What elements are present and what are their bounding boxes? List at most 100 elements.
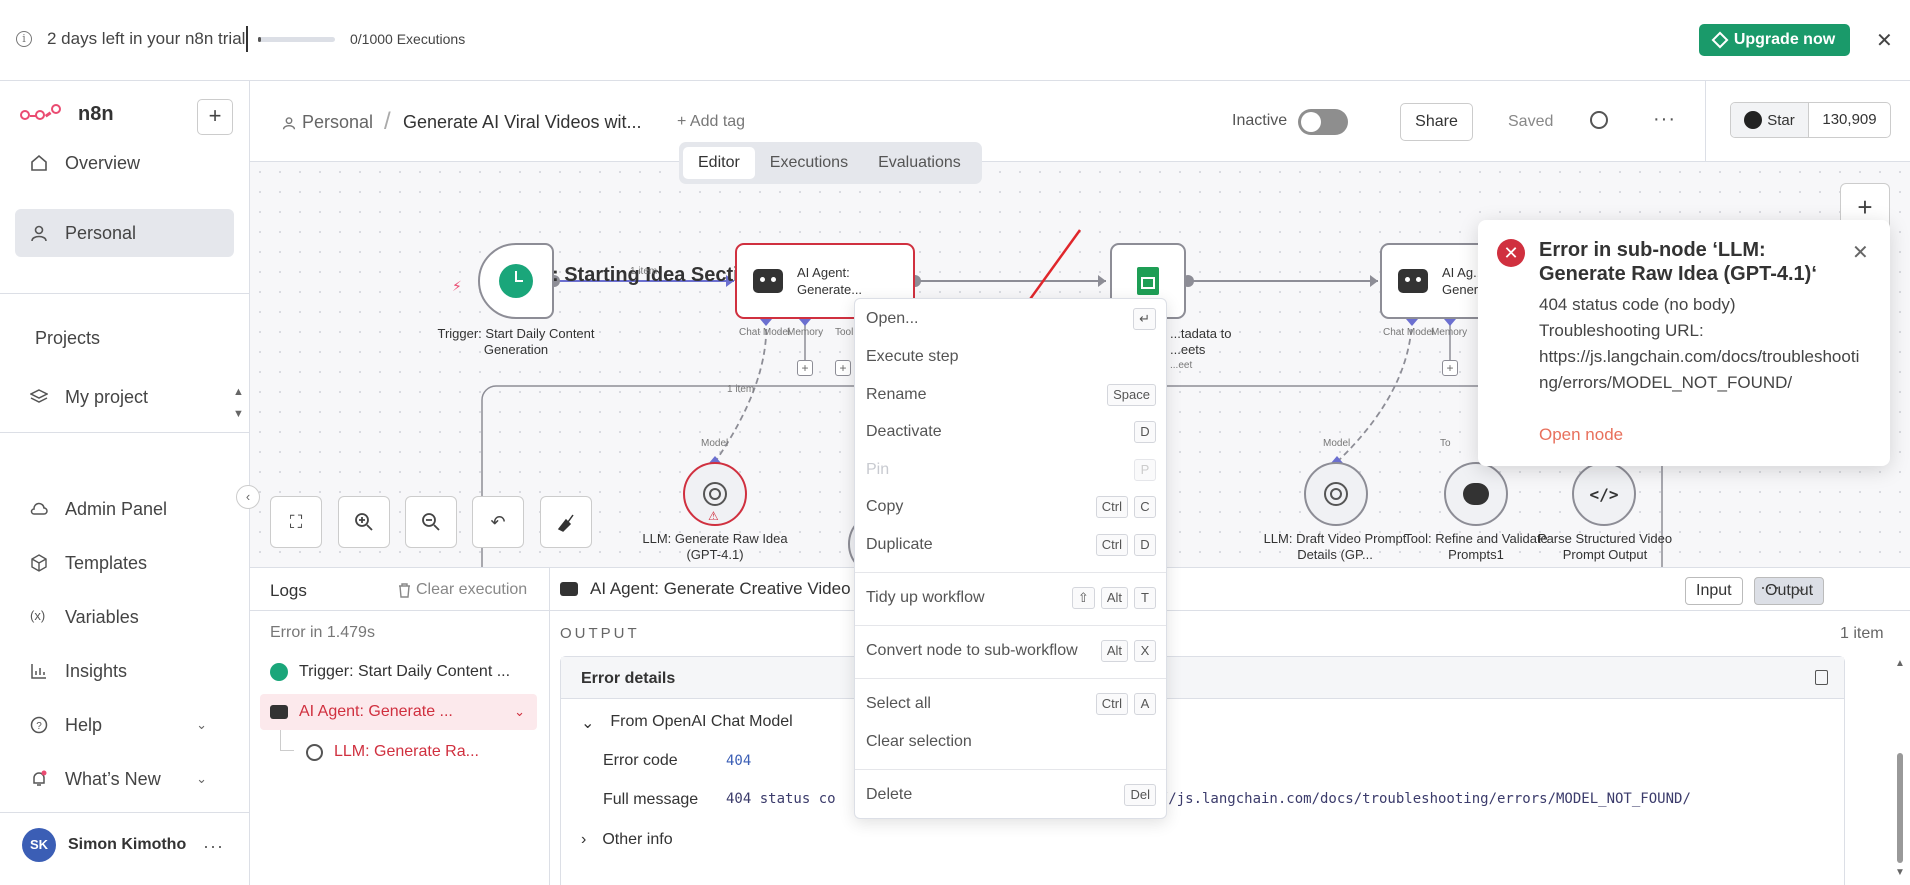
menu-item-rename[interactable]: Rename Space [866,380,1156,410]
menu-item-convert-sub-workflow[interactable]: Convert node to sub-workflow Alt X [866,636,1156,666]
breadcrumb-personal[interactable]: Personal [282,112,373,133]
other-info-toggle[interactable]: › Other info [581,831,673,849]
menu-item-tidy-up[interactable]: Tidy up workflow ⇧ Alt T [866,583,1156,613]
sidebar-item-overview[interactable]: Overview [15,139,234,187]
menu-item-delete[interactable]: Delete Del [866,780,1156,810]
add-memory-button[interactable]: + [1442,360,1458,376]
svg-text:?: ? [36,721,42,732]
github-star-button[interactable]: Star 130,909 [1730,102,1891,138]
node-context-menu: Open... ↵ Execute step Rename Space Deac… [854,298,1167,819]
executions-count: 0/1000 Executions [350,31,466,47]
projects-scroll-arrows[interactable]: ▲ ▼ [233,381,244,425]
menu-item-deactivate[interactable]: Deactivate D [866,417,1156,447]
sidebar-item-whats-new[interactable]: What’s New ⌄ [15,755,234,803]
tree-line [280,750,294,751]
keyboard-shortcut: T [1134,587,1156,609]
error-details-title: Error details [581,670,676,687]
error-code-key: Error code [603,752,678,769]
layers-icon [29,388,49,406]
collapse-sidebar-button[interactable]: ‹ [236,485,260,509]
cloud-icon [30,500,48,518]
other-info-label: Other info [602,831,673,848]
menu-item-select-all[interactable]: Select all Ctrl A [866,689,1156,719]
n8n-logo[interactable]: n8n [20,103,114,126]
trash-icon [399,582,410,598]
menu-item-open[interactable]: Open... ↵ [866,304,1156,334]
tab-executions[interactable]: Executions [755,147,863,179]
tab-editor[interactable]: Editor [683,147,755,179]
zoom-out-button[interactable] [405,496,457,548]
menu-item-label: Deactivate [866,423,942,440]
input-toggle[interactable]: Input [1685,577,1743,605]
copy-icon[interactable] [1815,670,1828,685]
menu-divider [855,678,1166,679]
menu-item-duplicate[interactable]: Duplicate Ctrl D [866,530,1156,560]
sidebar-item-personal[interactable]: Personal [15,209,234,257]
more-icon[interactable]: ··· [1760,577,1781,598]
llm-node-2[interactable] [1304,462,1368,526]
history-icon[interactable] [1590,111,1608,129]
close-icon[interactable]: ✕ [1876,28,1893,53]
sidebar-item-admin-panel[interactable]: Admin Panel [15,485,234,533]
node-label: Trigger: Start Daily Content Generation [437,326,595,357]
sidebar-item-insights[interactable]: Insights [15,647,234,695]
parser-node[interactable]: </> [1572,462,1636,526]
sidebar-item-variables[interactable]: (x) Variables [15,593,234,641]
clear-execution-button[interactable]: Clear execution [398,581,527,599]
menu-item-label: Duplicate [866,536,933,553]
port-label-memory: Memory [1431,327,1468,338]
share-button[interactable]: Share [1400,103,1473,141]
keyboard-shortcut: Alt [1100,640,1128,662]
keyboard-shortcut: ⇧ [1071,587,1095,609]
menu-item-label: Open... [866,310,919,327]
info-icon: i [16,31,32,47]
undo-button[interactable]: ↶ [472,496,524,548]
more-icon[interactable]: ··· [203,836,224,857]
user-profile[interactable]: SK Simon Kimotho [22,828,186,862]
menu-item-pin: Pin P [866,455,1156,485]
robot-icon [753,269,783,293]
chevron-down-icon[interactable]: ⌄ [1795,579,1807,596]
close-icon[interactable]: ✕ [1852,240,1869,265]
add-tool-button[interactable]: + [835,360,851,376]
menu-item-clear-selection[interactable]: Clear selection [866,727,1156,757]
error-details-card: Error details ⌄ From OpenAI Chat Model E… [560,656,1845,885]
log-row-trigger[interactable]: Trigger: Start Daily Content ... [260,654,537,690]
keyboard-shortcut: ↵ [1133,308,1156,330]
menu-item-copy[interactable]: Copy Ctrl C [866,492,1156,522]
menu-item-execute-step[interactable]: Execute step [866,342,1156,372]
chevron-down-icon[interactable]: ⌄ [514,704,525,720]
sidebar-item-my-project[interactable]: My project [15,373,234,421]
full-message-key: Full message [603,791,699,808]
sidebar: n8n + Overview Personal Projects My proj… [0,81,250,885]
sidebar-item-label: Personal [65,222,137,243]
trigger-node[interactable] [478,243,554,319]
add-tag-button[interactable]: + Add tag [677,113,745,131]
sidebar-item-help[interactable]: ? Help ⌄ [15,701,234,749]
error-icon: ✕ [1497,239,1525,267]
from-section-toggle[interactable]: ⌄ From OpenAI Chat Model [581,713,793,733]
bell-icon [30,770,48,788]
tab-evaluations[interactable]: Evaluations [863,147,976,179]
tool-node[interactable] [1444,462,1508,526]
workflow-name[interactable]: Generate AI Viral Videos wit... [403,112,641,133]
output-heading: OUTPUT [560,625,640,642]
fit-view-button[interactable]: ⛶ [270,496,322,548]
more-icon[interactable]: ··· [1653,108,1676,131]
node-output-detail: AI Agent: Generate Creative Video Id Inp… [550,568,1910,885]
log-row-llm[interactable]: LLM: Generate Ra... [296,734,536,770]
log-row-agent[interactable]: AI Agent: Generate ... ⌄ [260,694,537,730]
node-label: AI Agent: Generate... [797,265,863,297]
active-toggle[interactable] [1298,109,1348,135]
log-label: Trigger: Start Daily Content ... [299,663,511,680]
upgrade-now-button[interactable]: Upgrade now [1699,24,1850,56]
scrollbar[interactable]: ▲ ▼ [1895,658,1905,885]
create-new-button[interactable]: + [197,99,233,135]
add-memory-button[interactable]: + [797,360,813,376]
variable-icon: (x) [30,608,46,623]
open-node-link[interactable]: Open node [1539,425,1623,445]
tidy-up-button[interactable] [540,496,592,548]
header-divider [1705,81,1706,162]
zoom-in-button[interactable] [338,496,390,548]
sidebar-item-templates[interactable]: Templates [15,539,234,587]
